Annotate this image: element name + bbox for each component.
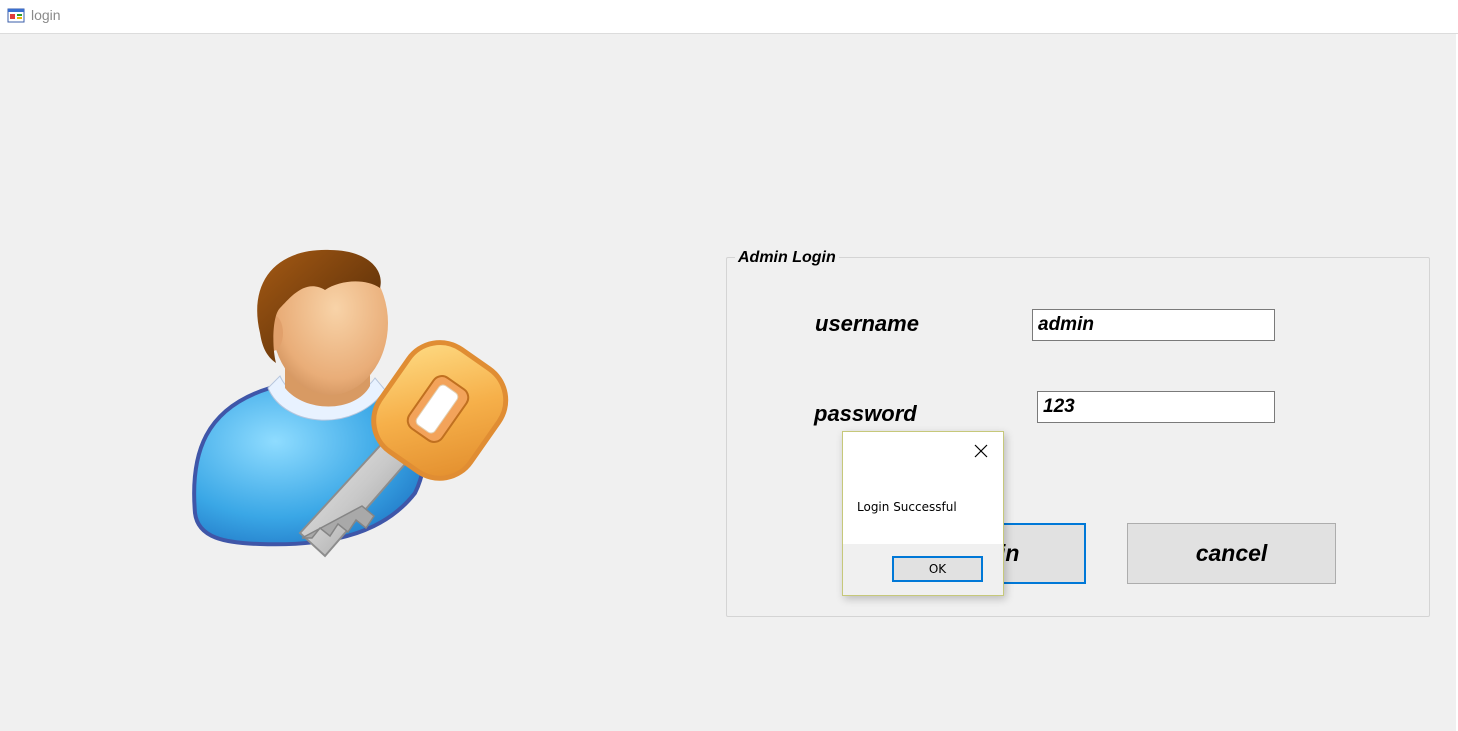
close-icon[interactable]	[973, 443, 989, 459]
username-label: username	[815, 311, 919, 336]
user-with-key-icon	[192, 249, 509, 558]
message-box-dialog: Login Successful OK	[842, 431, 1004, 596]
login-window: login Admin Login username admin passwor…	[0, 0, 1458, 731]
password-input[interactable]: 123	[1037, 391, 1275, 423]
password-label: password	[814, 401, 917, 426]
username-input[interactable]: admin	[1032, 309, 1275, 341]
title-bar[interactable]: login	[0, 0, 1458, 34]
admin-login-legend: Admin Login	[735, 248, 839, 268]
message-box-footer: OK	[843, 544, 1003, 595]
message-text: Login Successful	[857, 500, 957, 514]
window-title: login	[31, 7, 61, 23]
ok-button[interactable]: OK	[892, 556, 983, 582]
windows-forms-app-icon	[7, 8, 25, 23]
cancel-button[interactable]: cancel	[1127, 523, 1336, 584]
